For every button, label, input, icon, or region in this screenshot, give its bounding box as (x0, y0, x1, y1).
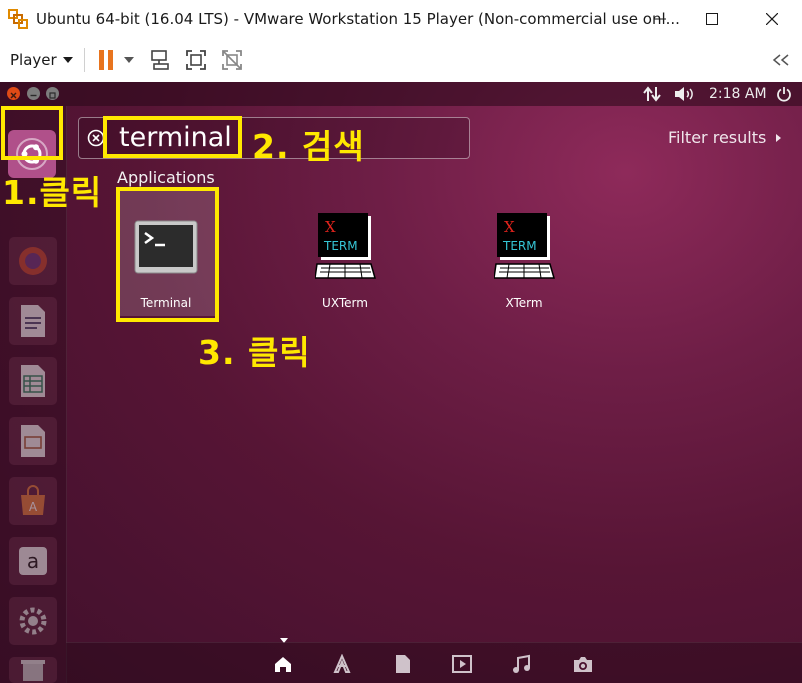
chevron-down-icon (124, 57, 134, 63)
presentation-icon (21, 425, 45, 457)
minimize-icon (654, 18, 666, 20)
video-icon (452, 655, 472, 673)
ubuntu-top-panel: 2:18 AM (0, 82, 802, 106)
close-button[interactable] (758, 6, 786, 32)
annotation-step1: 1.클릭 (2, 173, 103, 212)
lens-photos-button[interactable] (572, 653, 594, 675)
settings-gear-icon (19, 607, 47, 635)
svg-text:A: A (29, 500, 38, 514)
lens-video-button[interactable] (451, 653, 473, 675)
app-result-xterm[interactable]: X TERM XTerm (474, 190, 574, 316)
maximize-icon (49, 92, 56, 99)
firefox-icon (19, 247, 47, 275)
vm-screen[interactable]: 2:18 AM A a terminal Filter results Appl… (0, 82, 802, 683)
launcher-calc[interactable] (9, 357, 57, 405)
pause-options-dropdown[interactable] (120, 47, 138, 73)
applications-section-header: Applications (117, 168, 215, 187)
window-title-bar: Ubuntu 64-bit (16.04 LTS) - VMware Works… (0, 0, 802, 39)
applications-icon (333, 654, 351, 673)
volume-icon (675, 87, 693, 101)
send-ctrl-alt-del-button[interactable] (147, 47, 173, 73)
highlight-box-step2 (103, 116, 242, 158)
close-icon (10, 92, 17, 99)
amazon-icon: a (19, 547, 47, 575)
annotation-step2: 2. 검색 (252, 127, 365, 166)
pause-button[interactable] (93, 47, 119, 73)
player-toolbar: Player (0, 38, 802, 83)
document-icon (21, 305, 45, 337)
app-result-uxterm[interactable]: X TERM UXTerm (295, 190, 395, 316)
toolbar-divider (84, 48, 85, 72)
vmware-logo-icon (8, 9, 28, 29)
maximize-button[interactable] (698, 6, 726, 32)
minimize-button[interactable] (646, 6, 674, 32)
svg-text:a: a (27, 549, 39, 573)
home-icon (275, 657, 291, 672)
filter-results-label: Filter results (668, 128, 767, 147)
lens-files-button[interactable] (392, 653, 414, 675)
pause-icon (99, 50, 113, 70)
chevron-right-icon (776, 133, 782, 142)
sound-indicator[interactable] (674, 85, 696, 103)
launcher-system-settings[interactable] (9, 597, 57, 645)
launcher-impress[interactable] (9, 417, 57, 465)
network-devices-icon (151, 50, 169, 70)
trash-icon (21, 660, 45, 681)
launcher-writer[interactable] (9, 297, 57, 345)
xterm-icon: X TERM (315, 213, 376, 279)
svg-text:TERM: TERM (502, 239, 537, 253)
network-arrows-icon (643, 86, 661, 102)
shopping-bag-icon: A (21, 485, 45, 515)
music-icon (513, 654, 530, 673)
player-menu-label: Player (10, 51, 57, 69)
dash-close-button[interactable] (7, 87, 20, 100)
close-icon (766, 13, 778, 25)
chevron-down-icon (62, 57, 73, 63)
highlight-box-step3 (116, 187, 219, 322)
lens-applications-button[interactable] (331, 653, 353, 675)
launcher-amazon[interactable]: a (9, 537, 57, 585)
dash-lens-bar (66, 642, 802, 683)
maximize-icon (706, 13, 718, 25)
fullscreen-icon (186, 50, 206, 70)
clock-indicator[interactable]: 2:18 AM (709, 85, 767, 103)
clock-time: 2:18 AM (709, 86, 767, 102)
app-label: XTerm (505, 296, 543, 310)
file-icon (396, 655, 410, 673)
unity-icon (222, 50, 242, 70)
camera-icon (574, 657, 592, 672)
svg-text:TERM: TERM (323, 239, 358, 253)
network-indicator[interactable] (643, 85, 661, 103)
player-menu-button[interactable]: Player (10, 48, 73, 72)
system-menu-indicator[interactable] (776, 85, 792, 103)
collapse-toolbar-button[interactable] (768, 47, 794, 73)
svg-text:X: X (325, 218, 336, 236)
lens-home-button[interactable] (272, 653, 294, 675)
dash-minimize-button[interactable] (27, 87, 40, 100)
fullscreen-button[interactable] (183, 47, 209, 73)
dash-maximize-button[interactable] (46, 87, 59, 100)
double-chevron-left-icon (772, 54, 789, 66)
launcher-software-center[interactable]: A (9, 477, 57, 525)
filter-results-button[interactable]: Filter results (668, 128, 782, 147)
svg-text:X: X (504, 218, 515, 236)
annotation-step3: 3. 클릭 (198, 333, 311, 372)
app-label: UXTerm (322, 296, 368, 310)
launcher-trash[interactable] (9, 657, 57, 683)
lens-music-button[interactable] (511, 653, 533, 675)
minimize-icon (30, 94, 37, 97)
highlight-box-step1 (1, 106, 63, 160)
launcher-firefox[interactable] (9, 237, 57, 285)
unity-mode-button[interactable] (219, 47, 245, 73)
power-gear-icon (777, 87, 791, 102)
spreadsheet-icon (21, 365, 45, 397)
window-title: Ubuntu 64-bit (16.04 LTS) - VMware Works… (36, 10, 680, 28)
xterm-icon: X TERM (494, 213, 555, 279)
